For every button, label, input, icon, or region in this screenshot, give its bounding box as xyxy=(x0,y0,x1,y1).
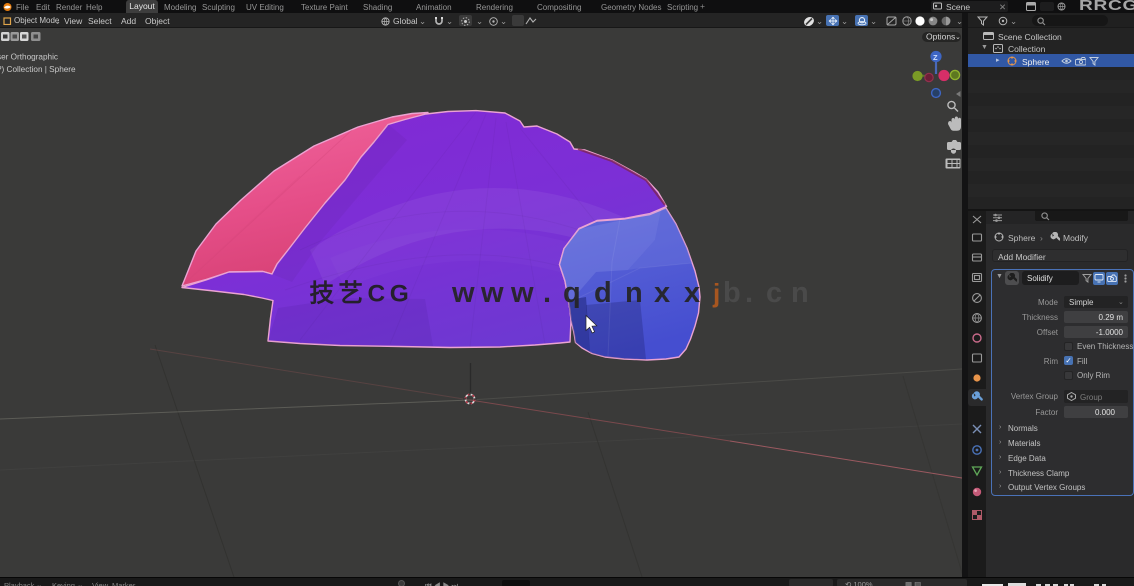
svg-text:⌄: ⌄ xyxy=(955,34,961,41)
svg-text:ser Orthographic: ser Orthographic xyxy=(0,53,58,62)
svg-text:?) Collection | Sphere: ?) Collection | Sphere xyxy=(0,65,76,74)
svg-text:www.qdnxx: www.qdnxx xyxy=(451,277,700,309)
svg-text:b.cn: b.cn xyxy=(723,277,809,309)
svg-text:j: j xyxy=(712,278,720,308)
svg-text:Options: Options xyxy=(926,32,955,42)
svg-text:Z: Z xyxy=(933,53,938,62)
svg-text:技艺CG: 技艺CG xyxy=(310,280,414,308)
